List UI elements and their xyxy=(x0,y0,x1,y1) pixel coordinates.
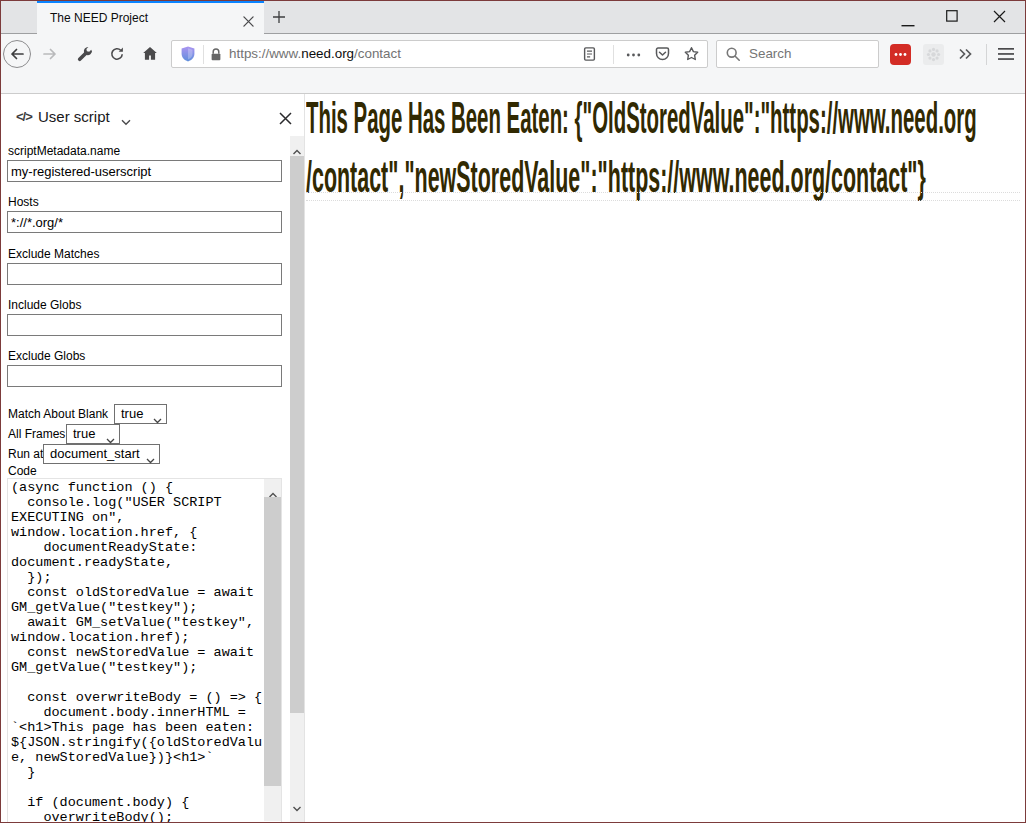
field-label-run-at: Run at xyxy=(8,444,43,464)
extension-icon[interactable] xyxy=(923,44,944,65)
sidebar-scrollbar-thumb[interactable] xyxy=(290,156,304,713)
sidebar-scrollbar[interactable] xyxy=(290,136,304,822)
match-about-blank-select[interactable]: true xyxy=(114,404,167,424)
code-scrollbar[interactable] xyxy=(264,479,281,821)
sidebar-border xyxy=(304,94,305,822)
field-label-exclude-globs: Exclude Globs xyxy=(8,349,85,363)
window-minimize-button[interactable] xyxy=(897,1,919,31)
url-scheme: https://www. xyxy=(229,46,301,61)
sidebar-close-icon[interactable] xyxy=(279,111,292,124)
userscript-code-icon: </> xyxy=(16,109,32,124)
code-editor[interactable]: (async function () { console.log("USER S… xyxy=(7,478,282,823)
scroll-down-icon[interactable] xyxy=(293,798,302,816)
include-globs-input[interactable] xyxy=(7,314,282,336)
new-tab-button[interactable] xyxy=(269,10,289,26)
script-name-input[interactable] xyxy=(7,160,282,182)
search-icon xyxy=(725,46,741,66)
field-label-code: Code xyxy=(8,464,37,478)
password-manager-extension-icon[interactable] xyxy=(890,44,911,65)
window-close-button[interactable] xyxy=(988,1,1010,31)
field-label-hosts: Hosts xyxy=(8,195,39,209)
exclude-globs-input[interactable] xyxy=(7,365,282,387)
lock-icon xyxy=(209,47,223,66)
hosts-input[interactable] xyxy=(7,211,282,233)
search-placeholder: Search xyxy=(749,41,791,67)
url-text[interactable]: https://www.need.org/contact xyxy=(229,41,401,67)
code-scrollbar-thumb[interactable] xyxy=(264,497,281,786)
dotted-divider-1 xyxy=(306,192,1020,193)
url-path: /contact xyxy=(354,46,401,61)
sidebar-title: User script xyxy=(38,108,110,125)
all-frames-select[interactable]: true xyxy=(66,424,120,444)
field-label-script-name: scriptMetadata.name xyxy=(8,144,120,158)
page-heading-line2: /contact","newStoredValue":"https://www.… xyxy=(306,147,1026,206)
bookmark-star-icon[interactable] xyxy=(683,46,700,66)
url-bar[interactable]: https://www.need.org/contact xyxy=(171,40,708,68)
urlbar-actions-separator xyxy=(613,45,614,64)
tab-title: The NEED Project xyxy=(50,3,148,34)
tab-close-icon[interactable] xyxy=(243,13,254,24)
pocket-icon[interactable] xyxy=(654,46,671,66)
hamburger-menu-icon[interactable] xyxy=(998,47,1014,65)
tab-the-need-project[interactable]: The NEED Project xyxy=(37,1,264,34)
run-at-select[interactable]: document_start xyxy=(43,444,160,464)
dotted-divider-2 xyxy=(306,200,1020,201)
match-about-blank-value: true xyxy=(121,405,143,423)
chevron-down-icon xyxy=(146,452,155,467)
url-domain: need.org xyxy=(301,46,354,61)
forward-button[interactable] xyxy=(42,46,58,62)
home-button[interactable] xyxy=(142,46,158,62)
all-frames-value: true xyxy=(73,425,95,443)
chevron-down-icon xyxy=(153,412,162,427)
browser-window: The NEED Project https://www.need.org/co… xyxy=(0,0,1026,823)
search-bar[interactable]: Search xyxy=(716,40,879,68)
page-actions-icon[interactable] xyxy=(626,48,641,66)
back-button[interactable] xyxy=(3,40,31,68)
field-label-exclude-matches: Exclude Matches xyxy=(8,247,99,261)
page-heading: This Page Has Been Eaten: {"OldStoredVal… xyxy=(306,88,1026,206)
wrench-icon[interactable] xyxy=(77,46,93,62)
field-label-include-globs: Include Globs xyxy=(8,298,81,312)
sidebar-title-chevron-icon[interactable] xyxy=(121,112,131,130)
tracking-protection-shield-icon[interactable] xyxy=(179,45,197,68)
code-text: (async function () { console.log("USER S… xyxy=(8,479,281,823)
urlbar-separator xyxy=(203,45,204,64)
exclude-matches-input[interactable] xyxy=(7,263,282,285)
window-maximize-button[interactable] xyxy=(941,1,963,31)
toolbar-separator xyxy=(986,44,987,65)
reload-button[interactable] xyxy=(109,46,125,62)
run-at-value: document_start xyxy=(50,445,140,463)
field-label-match-about-blank: Match About Blank xyxy=(8,404,108,424)
overflow-menu-icon[interactable] xyxy=(958,47,973,65)
reader-view-icon[interactable] xyxy=(582,46,597,66)
page-heading-line1: This Page Has Been Eaten: {"OldStoredVal… xyxy=(306,88,1001,147)
field-label-all-frames: All Frames xyxy=(8,424,65,444)
